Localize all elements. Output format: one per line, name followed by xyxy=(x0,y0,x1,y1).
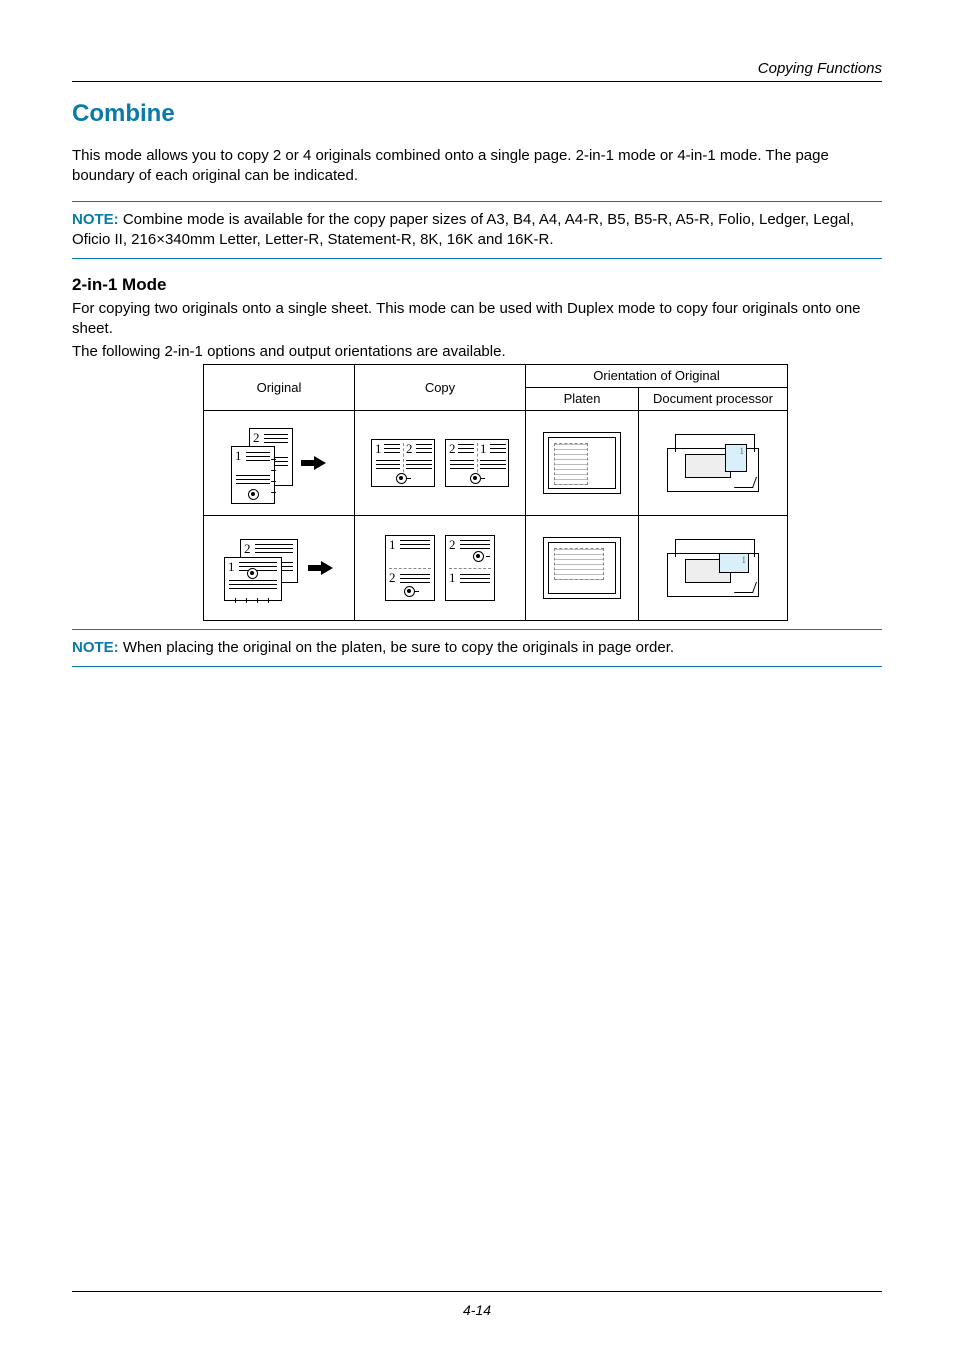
cell-platen-portrait xyxy=(526,410,639,515)
note2-top-rule xyxy=(72,629,882,630)
cell-docproc-landscape: 1 xyxy=(639,515,788,620)
th-original: Original xyxy=(204,364,355,410)
document-processor-icon: 1 xyxy=(667,539,759,597)
page-number-label: 1 xyxy=(235,449,242,462)
note-2: NOTE: When placing the original on the p… xyxy=(72,638,882,658)
note2-text: When placing the original on the platen,… xyxy=(119,639,674,656)
page-number: 4-14 xyxy=(0,1302,954,1318)
copy-sheet-r2l-icon: 2 1 xyxy=(445,439,509,487)
subsection-lead: The following 2-in-1 options and output … xyxy=(72,342,882,362)
arrow-icon xyxy=(308,561,334,575)
cell-copy-portrait: 1 2 2 1 xyxy=(355,410,526,515)
table-row: 2 1 xyxy=(204,515,788,620)
page-number-label: 1 xyxy=(375,442,382,455)
cell-platen-landscape xyxy=(526,515,639,620)
page-number-label: 1 xyxy=(740,446,745,456)
note1-bottom-rule xyxy=(72,258,882,259)
footer-rule xyxy=(72,1291,882,1292)
note2-bottom-rule xyxy=(72,666,882,667)
page-number-label: 2 xyxy=(244,542,251,555)
copy-sheet-b2t-icon: 2 1 xyxy=(445,535,495,601)
copy-sheet-t2b-icon: 1 2 xyxy=(385,535,435,601)
stacked-originals-wide-icon: 2 1 xyxy=(224,539,302,597)
copy-sheet-l2r-icon: 1 2 xyxy=(371,439,435,487)
platen-icon xyxy=(543,537,621,599)
subsection-title: 2-in-1 Mode xyxy=(72,275,882,295)
table-head-row: Original Copy Orientation of Original xyxy=(204,364,788,387)
section-combine-title: Combine xyxy=(72,100,882,128)
page-number-label: 2 xyxy=(406,442,413,455)
page-number-label: 1 xyxy=(742,555,747,565)
table-row: 2 1 xyxy=(204,410,788,515)
note1-label: NOTE: xyxy=(72,211,119,228)
note1-top-rule xyxy=(72,201,882,202)
page-number-label: 1 xyxy=(480,442,487,455)
page-icon: 1 xyxy=(231,446,275,504)
page-number-label: 2 xyxy=(253,431,260,444)
page-number-label: 1 xyxy=(389,538,396,551)
page-number-label: 2 xyxy=(389,571,396,584)
page-number-label: 2 xyxy=(449,538,456,551)
note-1: NOTE: Combine mode is available for the … xyxy=(72,210,882,251)
cell-original-landscape: 2 1 xyxy=(204,515,355,620)
platen-icon xyxy=(543,432,621,494)
page-root: Copying Functions Combine This mode allo… xyxy=(0,0,954,1350)
running-head: Copying Functions xyxy=(72,60,882,77)
note1-text: Combine mode is available for the copy p… xyxy=(72,211,854,248)
page-number-label: 1 xyxy=(228,560,235,573)
cell-copy-landscape: 1 2 2 1 xyxy=(355,515,526,620)
header-rule xyxy=(72,81,882,82)
intro-paragraph: This mode allows you to copy 2 or 4 orig… xyxy=(72,146,882,187)
cell-original-portrait: 2 1 xyxy=(204,410,355,515)
page-number-label: 1 xyxy=(449,571,456,584)
options-table: Original Copy Orientation of Original Pl… xyxy=(203,364,788,621)
arrow-icon xyxy=(301,456,327,470)
cell-docproc-portrait: 1 xyxy=(639,410,788,515)
note2-label: NOTE: xyxy=(72,639,119,656)
stacked-originals-icon: 2 1 xyxy=(231,428,295,498)
page-icon: 1 xyxy=(224,557,282,601)
page-number-label: 2 xyxy=(449,442,456,455)
document-processor-icon: 1 xyxy=(667,434,759,492)
th-copy: Copy xyxy=(355,364,526,410)
th-orientation: Orientation of Original xyxy=(526,364,788,387)
subsection-body: For copying two originals onto a single … xyxy=(72,299,882,340)
